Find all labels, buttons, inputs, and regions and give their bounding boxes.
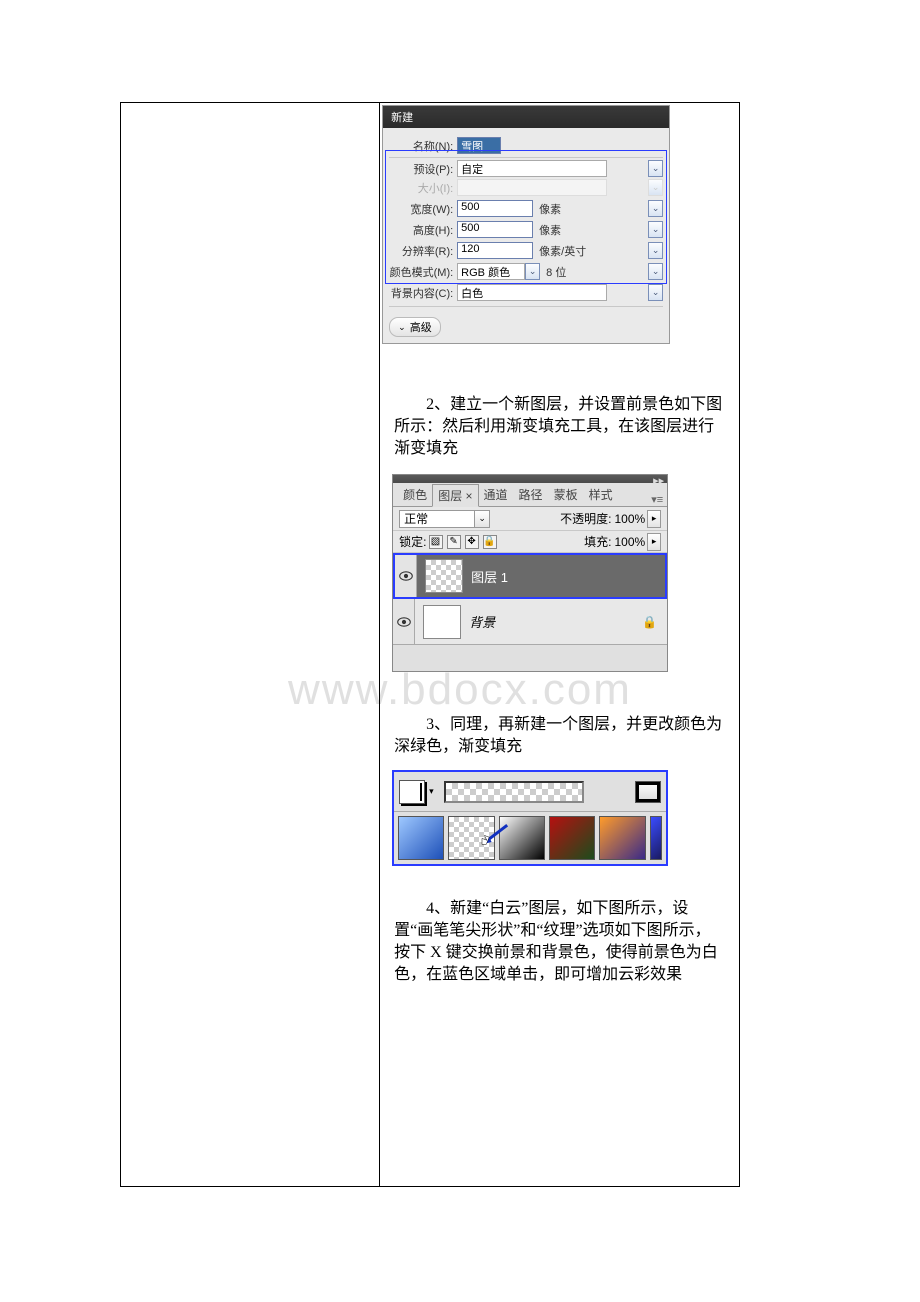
width-unit: 像素 — [539, 201, 595, 217]
tab-layers[interactable]: 图层 × — [432, 484, 478, 507]
advanced-toggle[interactable]: ⌄ 高级 — [389, 317, 441, 337]
height-input[interactable]: 500 — [457, 221, 533, 238]
blend-mode-select[interactable]: 正常 — [399, 510, 475, 528]
background-layer-name: 背景 — [469, 612, 495, 631]
gradient-preset-6[interactable] — [650, 816, 663, 860]
lock-all-icon[interactable]: 🔒 — [483, 535, 497, 549]
background-layer-row[interactable]: 背景 🔒 — [393, 599, 667, 645]
color-mode-label: 颜色模式(M): — [389, 264, 457, 280]
height-unit-dropdown-icon[interactable]: ⌄ — [648, 221, 663, 238]
background-visibility-icon[interactable] — [393, 599, 415, 644]
tab-masks[interactable]: 蒙板 — [548, 483, 584, 506]
background-thumbnail — [423, 605, 461, 639]
step-4-text: 4、新建“白云”图层，如下图所示，设置“画笔笔尖形状”和“纹理”选项如下图所示，… — [380, 880, 739, 990]
lock-move-icon[interactable]: ✥ — [465, 535, 479, 549]
fill-label: 填充: — [584, 533, 611, 550]
width-unit-dropdown-icon[interactable]: ⌄ — [648, 200, 663, 217]
lock-icon: 🔒 — [642, 615, 657, 629]
height-label: 高度(H): — [389, 222, 457, 238]
resolution-unit-dropdown-icon[interactable]: ⌄ — [648, 242, 663, 259]
width-label: 宽度(W): — [389, 201, 457, 217]
layers-panel: ▸▸ 颜色 图层 × 通道 路径 蒙板 样式 ▾≡ 正常 ⌄ 不透明度: 100… — [392, 474, 668, 672]
size-dropdown-icon: ⌄ — [648, 179, 663, 196]
size-select — [457, 179, 607, 196]
resolution-label: 分辨率(R): — [389, 243, 457, 259]
panel-tabs: 颜色 图层 × 通道 路径 蒙板 样式 ▾≡ — [393, 483, 667, 507]
step-3-text: 3、同理，再新建一个图层，并更改颜色为深绿色，渐变填充 — [380, 696, 739, 762]
opacity-slider-icon[interactable]: ▸ — [647, 510, 661, 528]
layer-1-visibility-icon[interactable] — [395, 555, 417, 597]
right-content-cell: 新建 名称(N): 雪图 预设(P): 自定 ⌄ 大小(I): ⌄ 宽度(W):… — [380, 103, 740, 1187]
opacity-label: 不透明度: — [560, 510, 611, 527]
bg-content-dropdown-icon[interactable]: ⌄ — [648, 284, 663, 301]
fill-value: 100% — [614, 535, 645, 549]
layer-1-row[interactable]: 图层 1 — [393, 553, 667, 599]
lock-transparent-icon[interactable]: ▧ — [429, 535, 443, 549]
name-label: 名称(N): — [389, 138, 457, 154]
advanced-label: 高级 — [410, 319, 432, 335]
lock-label: 锁定: — [399, 533, 426, 550]
gradient-presets — [394, 812, 666, 864]
color-mode-select[interactable]: RGB 颜色 — [457, 263, 525, 280]
left-empty-cell — [121, 103, 380, 1187]
tab-styles[interactable]: 样式 — [583, 483, 619, 506]
height-unit: 像素 — [539, 222, 595, 238]
new-document-dialog: 新建 名称(N): 雪图 预设(P): 自定 ⌄ 大小(I): ⌄ 宽度(W):… — [382, 105, 670, 344]
fill-slider-icon[interactable]: ▸ — [647, 533, 661, 551]
gradient-preset-3[interactable] — [499, 816, 545, 860]
preset-label: 预设(P): — [389, 161, 457, 177]
color-mode-dropdown-icon[interactable]: ⌄ — [525, 263, 540, 280]
expand-arrow-icon[interactable]: ▸▸ — [653, 474, 664, 487]
tab-color[interactable]: 颜色 — [397, 483, 433, 506]
panel-bottom — [393, 645, 667, 671]
tab-channels[interactable]: 通道 — [478, 483, 514, 506]
name-input[interactable]: 雪图 — [457, 137, 501, 154]
size-label: 大小(I): — [389, 180, 457, 196]
gradient-preset-2[interactable] — [448, 816, 494, 860]
gradient-preset-5[interactable] — [599, 816, 645, 860]
fg-bg-swatch[interactable] — [399, 780, 425, 804]
bit-depth: 8 位 — [546, 264, 602, 280]
bg-content-select[interactable]: 白色 — [457, 284, 607, 301]
dialog-title: 新建 — [383, 106, 669, 128]
lock-brush-icon[interactable]: ✎ — [447, 535, 461, 549]
blend-mode-dropdown-icon[interactable]: ⌄ — [475, 510, 490, 528]
gradient-preset-4[interactable] — [549, 816, 595, 860]
layer-1-name: 图层 1 — [471, 567, 508, 586]
swatch-dropdown-icon[interactable]: ▾ — [429, 786, 434, 797]
gradient-preset-1[interactable] — [398, 816, 444, 860]
chevron-down-icon: ⌄ — [398, 322, 406, 333]
bit-depth-dropdown-icon[interactable]: ⌄ — [648, 263, 663, 280]
gradient-preview[interactable] — [444, 781, 584, 803]
resolution-unit: 像素/英寸 — [539, 243, 595, 259]
panel-menu-icon[interactable]: ▾≡ — [651, 493, 663, 506]
preset-dropdown-icon[interactable]: ⌄ — [648, 160, 663, 177]
bg-content-label: 背景内容(C): — [389, 285, 457, 301]
preset-select[interactable]: 自定 — [457, 160, 607, 177]
opacity-value: 100% — [614, 512, 645, 526]
document-table: 新建 名称(N): 雪图 预设(P): 自定 ⌄ 大小(I): ⌄ 宽度(W):… — [120, 102, 740, 1187]
width-input[interactable]: 500 — [457, 200, 533, 217]
step-2-text: 2、建立一个新图层，并设置前景色如下图所示：然后利用渐变填充工具，在该图层进行渐… — [380, 376, 739, 464]
panel-grip: ▸▸ — [393, 475, 667, 483]
layer-1-thumbnail — [425, 559, 463, 593]
resolution-input[interactable]: 120 — [457, 242, 533, 259]
gradient-type-linear[interactable] — [635, 781, 661, 803]
tab-paths[interactable]: 路径 — [513, 483, 549, 506]
gradient-options: ▾ — [392, 770, 668, 866]
